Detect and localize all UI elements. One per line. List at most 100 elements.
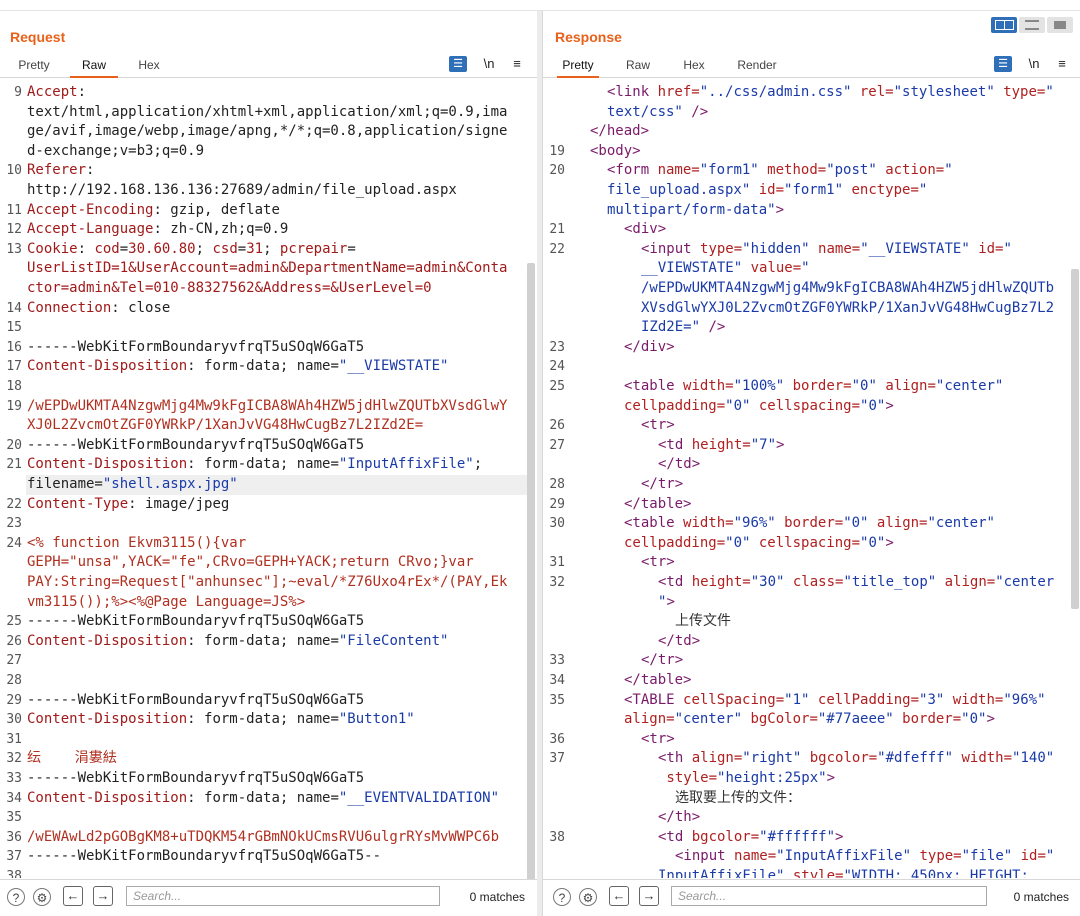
code-token: 选取要上传的文件： <box>675 789 801 806</box>
code-line: </head> <box>590 122 649 142</box>
code-token: "1" <box>784 691 810 708</box>
code-line: <link href="../css/admin.css" rel="style… <box>607 83 1054 103</box>
code-token: "form1" <box>784 182 844 198</box>
code-token: /wEWAwLd2pGOBgKM8+uTDQKM54rGBmNOkUCmsRVU… <box>27 828 500 845</box>
code-token: text/html,application/xhtml+xml,applicat… <box>27 103 508 120</box>
code-token: > <box>826 770 836 786</box>
line-number: 37 <box>6 849 22 865</box>
code-line: Content-Disposition: form-data; name="__… <box>27 357 448 377</box>
code-token: </head> <box>590 123 650 140</box>
line-number: 24 <box>549 359 565 375</box>
settings-gear-icon[interactable]: ⚙ <box>33 888 51 906</box>
help-icon[interactable]: ? <box>553 888 571 906</box>
code-token: height= <box>691 574 751 590</box>
split-vertical-layout-icon[interactable] <box>1019 17 1045 33</box>
line-number: 21 <box>549 222 565 238</box>
code-token: "__EVENTVALIDATION" <box>338 789 500 806</box>
code-token: " <box>1045 84 1054 100</box>
code-token: http://192.168.136.136:27689/admin/file_… <box>27 182 457 198</box>
tab-pretty[interactable]: Pretty <box>557 58 599 78</box>
line-number: 26 <box>6 633 22 649</box>
code-token: > <box>775 201 785 218</box>
code-token: value= <box>742 260 802 277</box>
line-number: 33 <box>549 653 565 669</box>
tab-hex[interactable]: Hex <box>134 58 164 76</box>
code-token: cellPadding= <box>809 691 920 708</box>
code-token: GEPH="unsa",YACK="fe",CRvo=GEPH+YACK;ret… <box>27 554 474 571</box>
code-token: "0" <box>725 397 751 414</box>
next-arrow-icon[interactable]: → <box>639 886 659 906</box>
next-arrow-icon[interactable]: → <box>93 886 113 906</box>
menu-icon[interactable]: ≡ <box>1053 56 1071 72</box>
code-token: "0" <box>851 378 877 394</box>
help-icon[interactable]: ? <box>7 888 25 906</box>
pretty-print-icon[interactable]: ☰ <box>994 56 1012 72</box>
code-token: = <box>119 240 129 257</box>
request-editor[interactable]: 9 Accept: text/html,application/xhtml+xml,… <box>0 83 537 878</box>
line-number: 32 <box>549 575 565 590</box>
line-number: 11 <box>6 202 22 218</box>
line-number: 21 <box>6 457 22 473</box>
split-horizontal-layout-icon[interactable] <box>991 17 1017 33</box>
code-token: <input <box>675 848 735 865</box>
line-number: 35 <box>549 692 565 708</box>
code-token: "post" <box>826 162 877 179</box>
response-editor[interactable]: <link href="../css/admin.css" rel="style… <box>543 83 1080 878</box>
request-scrollbar[interactable] <box>527 263 535 893</box>
code-token: : close <box>111 299 171 316</box>
tabbed-layout-icon[interactable] <box>1047 17 1073 33</box>
tab-render[interactable]: Render <box>733 58 781 76</box>
line-number: 19 <box>6 398 22 414</box>
code-line: <td bgcolor="#ffffff"> <box>658 828 843 848</box>
code-token: <form <box>607 162 658 179</box>
code-token: > <box>885 397 894 414</box>
code-token: type= <box>700 240 743 257</box>
pretty-print-icon[interactable]: ☰ <box>449 56 467 72</box>
code-token: "title_top" <box>843 574 937 590</box>
code-token: Accept <box>27 84 78 100</box>
code-line: /wEWAwLd2pGOBgKM8+uTDQKM54rGBmNOkUCmsRVU… <box>27 828 499 848</box>
code-token: 31 <box>246 240 264 257</box>
code-token: align= <box>876 378 936 394</box>
code-token: /wEPDwUKMTA4NzgwMjg4Mw9kFgICBA8WAh4HZW5j… <box>27 397 508 414</box>
code-line: </table> <box>624 495 691 515</box>
tab-raw[interactable]: Raw <box>70 58 118 78</box>
code-token: name= <box>734 848 777 865</box>
code-token: </td> <box>658 632 701 649</box>
line-number: 13 <box>6 241 22 257</box>
response-scrollbar[interactable] <box>1071 269 1079 609</box>
tab-hex[interactable]: Hex <box>679 58 709 76</box>
code-token: Cookie <box>27 240 78 257</box>
code-line: cellpadding="0" cellspacing="0"> <box>624 534 894 554</box>
code-token: : gzip, deflate <box>153 201 280 218</box>
code-line: text/css" /> <box>607 103 708 123</box>
code-token: id= <box>1012 848 1046 865</box>
line-number: 28 <box>549 477 565 492</box>
previous-arrow-icon[interactable]: ← <box>609 886 629 906</box>
line-number: 30 <box>6 712 22 728</box>
search-input[interactable] <box>126 886 440 906</box>
code-token: <link <box>607 84 658 100</box>
line-number: 29 <box>549 496 565 512</box>
settings-gear-icon[interactable]: ⚙ <box>579 888 597 906</box>
code-token: <body> <box>590 142 641 159</box>
line-number: 15 <box>6 320 22 336</box>
code-token: action= <box>876 162 945 179</box>
newline-toggle-icon[interactable]: \n <box>480 56 498 72</box>
previous-arrow-icon[interactable]: ← <box>63 886 83 906</box>
code-token: ------WebKitFormBoundaryvfrqT5uSOqW6GaT5 <box>27 338 365 355</box>
tab-raw[interactable]: Raw <box>623 58 653 76</box>
code-line: Connection: close <box>27 299 170 319</box>
code-token: > <box>666 593 675 610</box>
code-line: cellpadding="0" cellspacing="0"> <box>624 397 894 417</box>
tab-pretty[interactable]: Pretty <box>16 58 52 76</box>
menu-icon[interactable]: ≡ <box>508 56 526 72</box>
code-token: /> <box>682 103 709 120</box>
top-strip <box>0 0 1080 11</box>
code-token: </th> <box>658 809 701 826</box>
newline-toggle-icon[interactable]: \n <box>1025 56 1043 72</box>
search-input[interactable] <box>671 886 987 906</box>
line-number: 38 <box>549 829 565 845</box>
code-token: = <box>237 240 247 257</box>
code-line: ------WebKitFormBoundaryvfrqT5uSOqW6GaT5… <box>27 847 381 867</box>
